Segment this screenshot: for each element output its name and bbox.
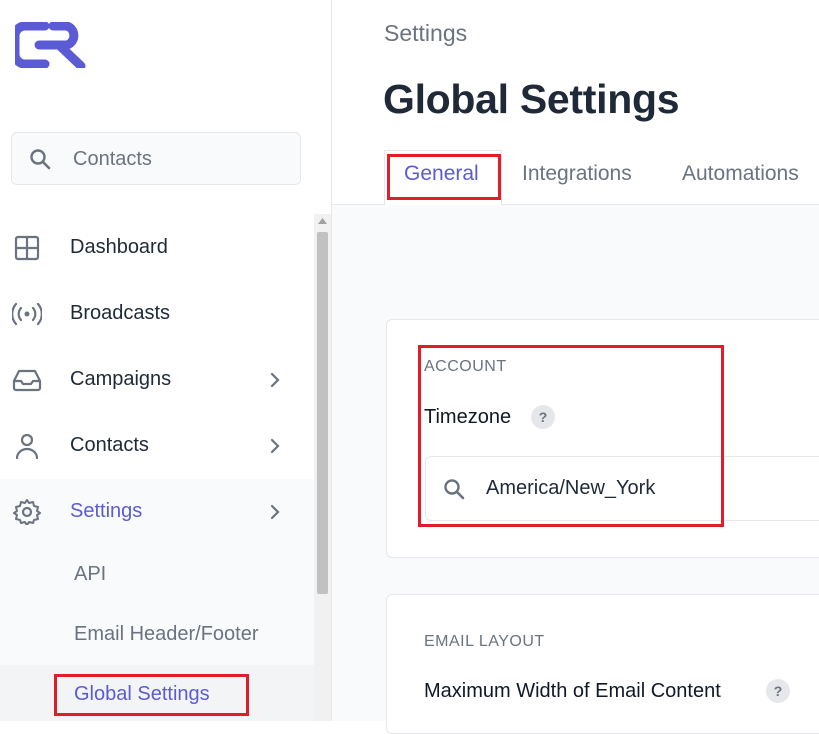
sidebar-subitem-email-header-footer[interactable]: Email Header/Footer [74, 623, 259, 646]
email-layout-card: EMAIL LAYOUT Maximum Width of Email Cont… [386, 594, 819, 734]
scroll-up-arrow-icon[interactable] [318, 218, 327, 224]
scrollbar-thumb[interactable] [317, 232, 328, 594]
sidebar-item-dashboard[interactable]: Dashboard [0, 215, 314, 281]
gear-icon [13, 499, 41, 525]
chevron-right-icon [270, 438, 280, 454]
broadcast-icon [12, 302, 42, 326]
logo[interactable] [15, 22, 91, 68]
max-width-label: Maximum Width of Email Content [424, 680, 721, 702]
chevron-right-icon [270, 504, 280, 520]
user-icon [15, 433, 39, 459]
search-input-text: Contacts [73, 148, 152, 170]
sidebar-item-broadcasts[interactable]: Broadcasts [0, 281, 314, 347]
sidebar-item-label: Settings [70, 500, 143, 522]
tab-automations[interactable]: Automations [682, 162, 799, 186]
chevron-right-icon [270, 372, 280, 388]
highlight-box [387, 154, 501, 200]
main-content: Settings Global Settings General Integra… [332, 0, 819, 734]
help-icon[interactable]: ? [766, 679, 790, 703]
sidebar-item-label: Campaigns [70, 368, 172, 390]
sidebar-item-contacts[interactable]: Contacts [0, 413, 314, 479]
search-input[interactable]: Contacts [11, 132, 301, 185]
breadcrumb[interactable]: Settings [384, 20, 467, 47]
search-icon [30, 149, 51, 170]
sidebar-item-label: Contacts [70, 434, 149, 456]
sidebar: Contacts Dashboard Broadcasts Campaigns [0, 0, 332, 721]
highlight-box [418, 345, 724, 527]
sidebar-item-label: Dashboard [70, 236, 168, 258]
section-label-email-layout: EMAIL LAYOUT [424, 633, 545, 650]
page-title: Global Settings [383, 76, 680, 122]
inbox-icon [12, 369, 42, 392]
sidebar-item-campaigns[interactable]: Campaigns [0, 347, 314, 413]
sidebar-subitem-api[interactable]: API [74, 563, 106, 586]
highlight-box [54, 674, 249, 716]
grid-icon [14, 235, 40, 261]
tab-integrations[interactable]: Integrations [522, 162, 632, 186]
sidebar-item-label: Broadcasts [70, 302, 171, 324]
sidebar-item-settings[interactable]: Settings [0, 479, 314, 545]
